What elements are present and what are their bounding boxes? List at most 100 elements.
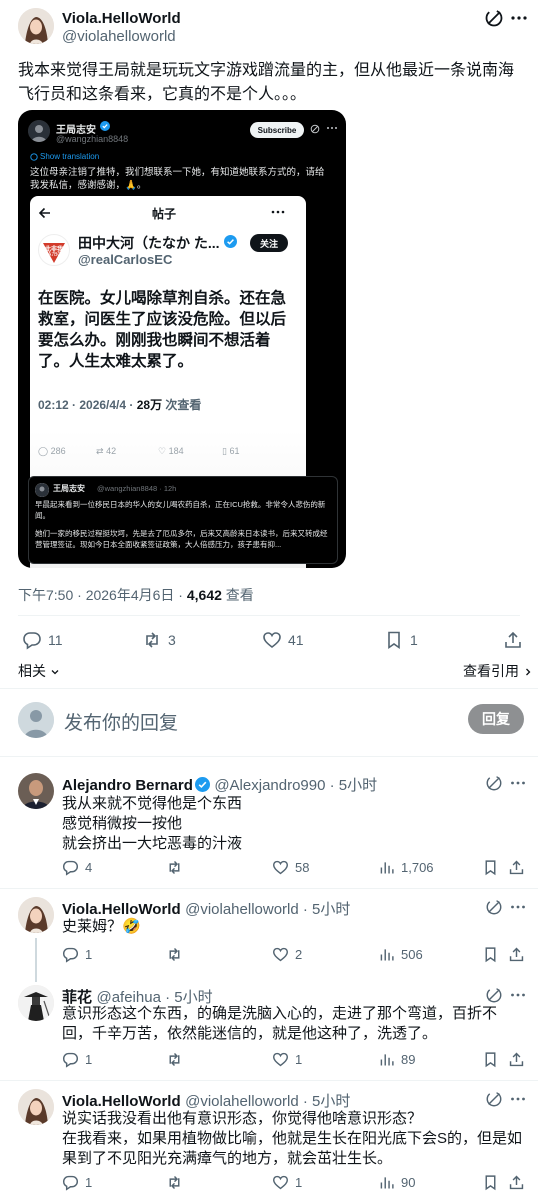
embedded-author-avatar [28, 120, 50, 142]
heart-icon [262, 630, 282, 650]
avatar-main-author[interactable] [18, 8, 54, 44]
divider-reply-3 [0, 1080, 538, 1081]
related-link[interactable]: 相关 [18, 661, 60, 681]
embedded-author-handle: @wangzhian8848 [56, 134, 129, 144]
reply-2-more-icon[interactable] [510, 898, 526, 916]
reply-3-repost-button[interactable] [166, 1051, 189, 1068]
main-author-handle[interactable]: @violahelloworld [62, 28, 176, 45]
main-like-button[interactable]: 41 [262, 630, 304, 650]
inner-more-icon [270, 208, 286, 216]
reply-1-like-button[interactable]: 58 [272, 859, 309, 876]
reply-4-reply-button[interactable]: 1 [62, 1174, 92, 1191]
reply-2-grok-icon[interactable] [485, 898, 503, 916]
reply-3-views-button[interactable]: 89 [378, 1051, 415, 1068]
reply-input[interactable]: 发布你的回复 [64, 708, 444, 735]
reply-2-author-handle[interactable]: @violahelloworld · 5小时 [185, 901, 350, 918]
reply-1-author-handle[interactable]: @Alexjandro990 · 5小时 [214, 777, 377, 794]
main-tweet-views-label: 查看 [221, 587, 254, 603]
reply-1-repost-button[interactable] [166, 859, 189, 876]
reply-2-bookmark-button[interactable] [482, 946, 499, 963]
reply-4-avatar[interactable] [18, 1089, 54, 1125]
share-icon [508, 859, 525, 876]
reply-2-like-button[interactable]: 2 [272, 946, 302, 963]
back-arrow-icon [38, 206, 52, 220]
reply-4-author-name[interactable]: Viola.HelloWorld [62, 1093, 181, 1110]
reply-1-more-icon[interactable] [510, 774, 526, 792]
reply-icon [62, 1174, 79, 1191]
reply-4-text: 说实话我没看出他有意识形态，你觉得他啥意识形态？ 在我看来，如果用植物做比喻，他… [62, 1110, 523, 1167]
reply-1-share-button[interactable] [508, 859, 525, 876]
reply-3-reply-button[interactable]: 1 [62, 1051, 92, 1068]
reply-3-views-count: 89 [401, 1052, 416, 1067]
reply-4-views-button[interactable]: 90 [378, 1174, 415, 1191]
reply-1-author-name[interactable]: Alejandro Bernard [62, 777, 193, 794]
main-repost-button[interactable]: 3 [142, 630, 176, 650]
reply-icon [62, 946, 79, 963]
reply-4-replies-count: 1 [85, 1175, 93, 1190]
reply-1-header: Alejandro Bernard @Alexjandro990 · 5小时 [62, 774, 377, 795]
main-reposts-count: 3 [168, 632, 176, 648]
share-icon [508, 946, 525, 963]
grok-icon[interactable] [484, 8, 504, 28]
main-share-button[interactable] [503, 630, 523, 650]
main-tweet-timestamp[interactable]: 下午7:50 · 2026年4月6日 · [18, 587, 187, 603]
views-chart-icon [378, 1051, 395, 1068]
inner-likes-count: 184 [168, 446, 184, 456]
reply-1-avatar[interactable] [18, 773, 54, 809]
main-author-name[interactable]: Viola.HelloWorld [62, 10, 181, 27]
embedded-tweet-text: 这位母亲注销了推特，我们想联系一下她，有知道她联系方式的，请给我发私信，感谢感谢… [30, 167, 325, 191]
main-bookmark-button[interactable]: 1 [384, 630, 418, 650]
reply-2-header: Viola.HelloWorld @violahelloworld · 5小时 [62, 898, 350, 919]
embedded-subscribe-button: Subscribe [250, 122, 304, 138]
reply-3-likes-count: 1 [295, 1052, 303, 1067]
reply-3-more-icon[interactable] [510, 986, 526, 1004]
reply-4-more-icon[interactable] [510, 1090, 526, 1108]
reply-2-views-button[interactable]: 506 [378, 946, 423, 963]
reply-1-grok-icon[interactable] [485, 774, 503, 792]
quote-text-1: 早晨起来看到一位移民日本的华人的女儿喝农药自杀，正在ICU抢救。非常令人悲伤的新… [35, 500, 326, 520]
reply-3-grok-icon[interactable] [485, 986, 503, 1004]
main-reply-button[interactable]: 11 [22, 630, 63, 650]
inner-meta-views-label: 次查看 [162, 398, 202, 412]
reply-1-text: 我从来就不觉得他是个东西 感觉稍微按一按他 就会挤出一大坨恶毒的汁液 [62, 795, 243, 852]
repost-icon [142, 630, 162, 650]
reply-4-grok-icon[interactable] [485, 1090, 503, 1108]
reply-1-views-button[interactable]: 1,706 [378, 859, 434, 876]
reply-4-share-button[interactable] [508, 1174, 525, 1191]
reply-4-likes-count: 1 [295, 1175, 303, 1190]
reply-2-repost-button[interactable] [166, 946, 189, 963]
reply-1-bookmark-button[interactable] [482, 859, 499, 876]
quote-author-name: 王局志安 [53, 484, 85, 493]
embedded-screenshot-image[interactable]: 王局志安 @wangzhian8848 Subscribe Show trans… [18, 110, 346, 568]
reply-2-share-button[interactable] [508, 946, 525, 963]
reply-submit-button[interactable]: 回复 [468, 704, 524, 734]
reply-1-views-count: 1,706 [401, 860, 434, 875]
reply-4-repost-button[interactable] [166, 1174, 189, 1191]
quote-author-avatar [35, 483, 49, 497]
reply-3-avatar[interactable] [18, 985, 54, 1021]
reply-4-views-count: 90 [401, 1175, 416, 1190]
reply-4-like-button[interactable]: 1 [272, 1174, 302, 1191]
inner-stat-bookmarks: ▯ 61 [222, 446, 239, 457]
reply-icon [62, 1051, 79, 1068]
reply-4-author-handle[interactable]: @violahelloworld · 5小时 [185, 1093, 350, 1110]
reply-3-bookmark-button[interactable] [482, 1051, 499, 1068]
inner-author-avatar: 此非我 A7B0 [38, 234, 70, 266]
reply-4-bookmark-button[interactable] [482, 1174, 499, 1191]
reply-1-replies-count: 4 [85, 860, 93, 875]
more-options-icon[interactable] [510, 8, 528, 28]
reply-3-like-button[interactable]: 1 [272, 1051, 302, 1068]
reply-2-views-count: 506 [401, 947, 423, 962]
inner-header-title: 帖子 [152, 207, 177, 221]
repost-icon [166, 859, 183, 876]
reply-1-reply-button[interactable]: 4 [62, 859, 92, 876]
reply-4-header: Viola.HelloWorld @violahelloworld · 5小时 [62, 1090, 350, 1111]
reply-2-author-name[interactable]: Viola.HelloWorld [62, 901, 181, 918]
reply-3-share-button[interactable] [508, 1051, 525, 1068]
reply-2-avatar[interactable] [18, 897, 54, 933]
view-quotes-link[interactable]: 查看引用 [463, 661, 533, 681]
reply-2-reply-button[interactable]: 1 [62, 946, 92, 963]
reply-2-likes-count: 2 [295, 947, 303, 962]
divider-composer [0, 756, 538, 757]
reply-3-replies-count: 1 [85, 1052, 93, 1067]
